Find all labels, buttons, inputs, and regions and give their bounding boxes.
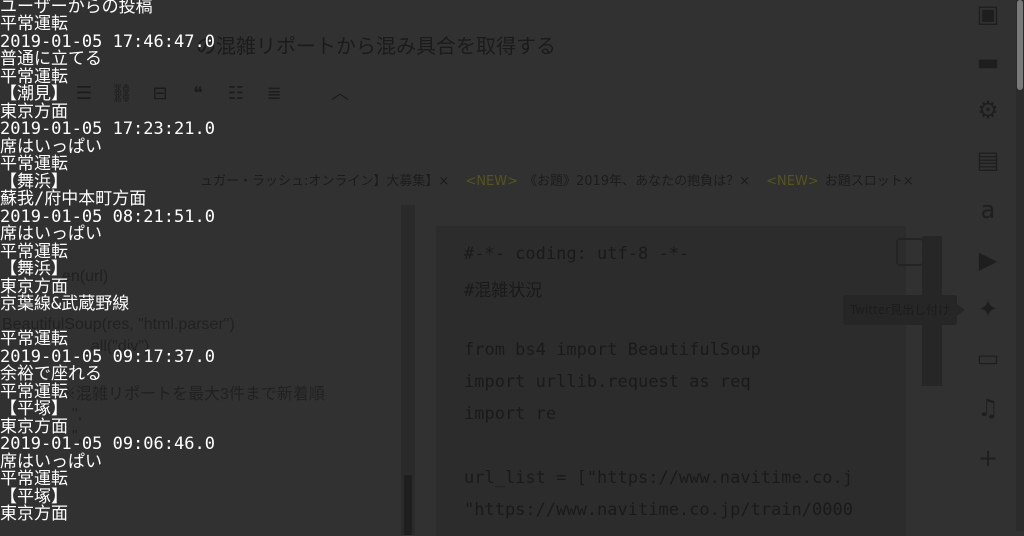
article-title: の混雑リポートから混み具合を取得する <box>196 34 556 58</box>
code-line: "https://www.navitime.co.jp/train/0000 <box>464 500 853 520</box>
output-line: 東京方面 <box>0 504 68 524</box>
tag-item[interactable]: <NEW> 《お題》2019年、あなたの抱負は？× <box>465 174 756 189</box>
gear-icon[interactable]: ⚙ <box>974 96 1002 124</box>
output-line: 【舞浜】 <box>0 259 68 279</box>
editor-text: en(url) <box>62 268 109 285</box>
scrollbar-thumb[interactable] <box>404 475 412 535</box>
code-block: #-*- coding: utf-8 -*- #混雑状況 from bs4 im… <box>436 226 906 536</box>
tag-item[interactable]: ュガー・ラッシュ:オンライン】大募集】× <box>200 174 455 189</box>
output-line: 余裕で座れる <box>0 364 102 384</box>
code-line: import re <box>464 404 557 424</box>
output-line: 平常運転 <box>0 329 68 349</box>
output-line: 平常運転 <box>0 14 68 34</box>
amazon-icon[interactable]: a <box>974 196 1002 224</box>
page-scrollbar[interactable] <box>1016 0 1024 531</box>
editor-text: ", <box>72 406 83 423</box>
copy-code-icon[interactable] <box>896 238 924 266</box>
chevron-up-icon[interactable]: ︿ <box>328 83 352 105</box>
tag-bar: ュガー・ラッシュ:オンライン】大募集】× <NEW> 《お題》2019年、あなたの… <box>200 170 926 189</box>
code-line: from bs4 import BeautifulSoup <box>464 340 761 360</box>
tag-item[interactable]: <NEW> お題スロット× <box>766 174 919 189</box>
plus-icon[interactable]: + <box>974 444 1002 472</box>
editor-scrollbar[interactable] <box>401 205 415 535</box>
code-line: #-*- coding: utf-8 -*- <box>464 244 690 264</box>
document-icon[interactable]: ▤ <box>974 146 1002 174</box>
youtube-icon[interactable]: ▶ <box>974 246 1002 274</box>
output-line: 席はいっぱい <box>0 224 102 244</box>
link-icon[interactable]: ⛓ <box>110 83 134 105</box>
right-sidebar: ▣ ▬ ⚙ ▤ a ▶ ✦ ▭ ♫ + <box>960 0 1016 531</box>
output-line: 蘇我/府中本町方面 <box>0 189 147 209</box>
editor-toolbar: ☰ ⛓ ⊟ ❝ ☷ ≣ ︿ <box>72 80 352 108</box>
output-line: 平常運転 <box>0 469 68 489</box>
code-line: import urllib.request as req <box>464 372 751 392</box>
output-line: 京葉線&武蔵野線 <box>0 294 130 314</box>
output-line: 2019-01-05 17:23:21.0 <box>0 119 215 139</box>
output-line: 【潮見】 <box>0 84 68 104</box>
horizontal-rule-icon[interactable]: ⊟ <box>148 83 172 105</box>
output-line: 平常運転 <box>0 154 68 174</box>
output-line: 普通に立てる <box>0 49 102 69</box>
scrollbar-thumb[interactable] <box>1017 0 1023 90</box>
quote-icon[interactable]: ❝ <box>186 83 210 105</box>
output-line: 【平塚】 <box>0 399 68 419</box>
list-icon[interactable]: ☰ <box>72 83 96 105</box>
image-icon[interactable]: ▣ <box>974 0 1002 28</box>
folder-icon[interactable]: ▬ <box>974 48 1002 76</box>
code-line: #混雑状況 <box>464 281 543 301</box>
bullet-list-icon[interactable]: ☷ <box>224 83 248 105</box>
tv-icon[interactable]: ▭ <box>974 344 1002 372</box>
output-line: 2019-01-05 09:06:46.0 <box>0 434 215 454</box>
code-line: url_list = ["https://www.navitime.co.j <box>464 468 853 488</box>
twitter-icon[interactable]: ✦ <box>974 295 1002 323</box>
numbered-list-icon[interactable]: ≣ <box>262 83 286 105</box>
music-icon[interactable]: ♫ <box>974 394 1002 422</box>
tooltip: Twitter見出し付け <box>843 295 965 325</box>
